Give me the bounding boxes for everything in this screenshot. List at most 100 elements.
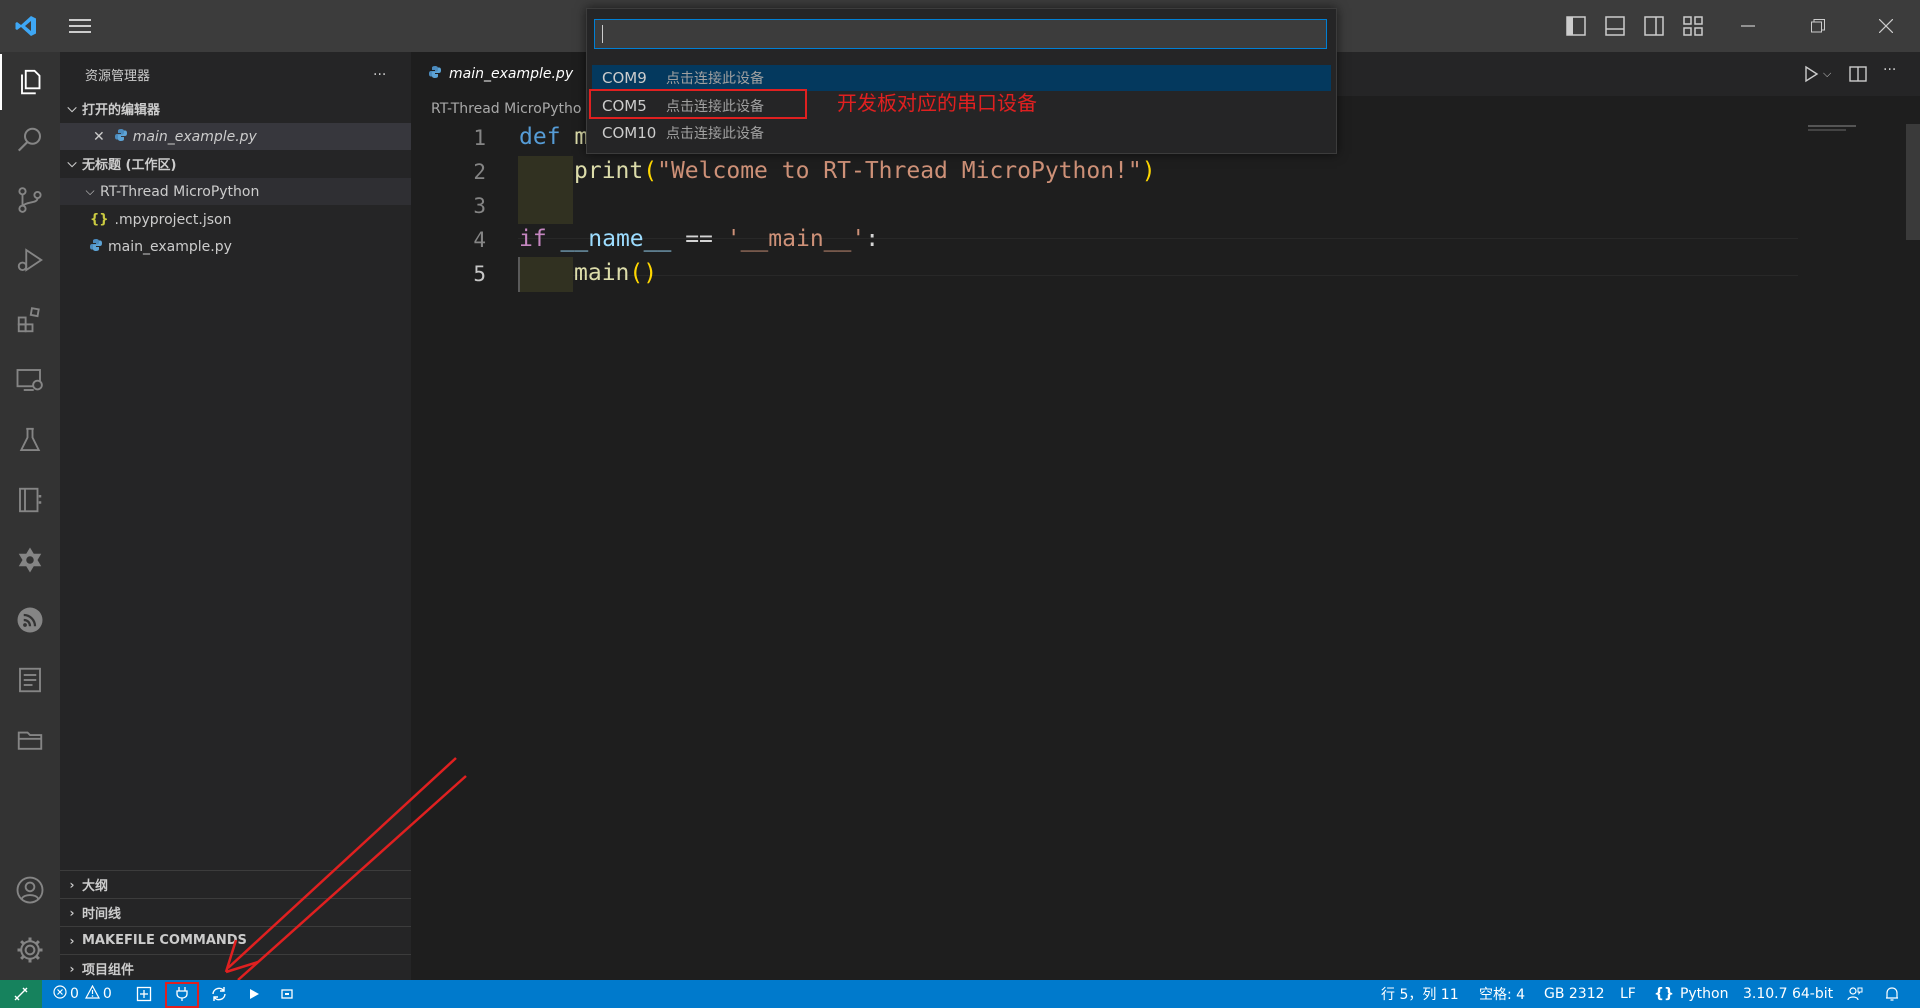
notifications-bell-icon[interactable]	[1884, 980, 1900, 1008]
testing-icon[interactable]	[0, 412, 60, 468]
language-mode[interactable]: {} Python	[1654, 980, 1728, 1008]
code-line-1[interactable]: def m	[519, 124, 588, 150]
function-name: main	[574, 260, 630, 286]
new-project-icon[interactable]	[136, 980, 152, 1008]
indentation[interactable]: 空格: 4	[1479, 980, 1525, 1008]
folder-item[interactable]: ⌵ RT-Thread MicroPython	[60, 178, 411, 205]
vscode-logo-icon	[14, 14, 38, 38]
more-actions-icon[interactable]: ···	[373, 67, 386, 83]
python-file-icon	[90, 238, 102, 255]
notebook-icon[interactable]	[0, 652, 60, 708]
split-editor-icon[interactable]	[1848, 64, 1868, 84]
string-literal: '__main__'	[726, 226, 866, 252]
code-line-4[interactable]: if __name__ == '__main__':	[519, 226, 879, 252]
search-icon[interactable]	[0, 112, 60, 168]
menu-icon[interactable]	[68, 14, 92, 38]
section-label: 大纲	[82, 879, 109, 894]
operator: ==	[685, 226, 727, 252]
run-icon[interactable]	[248, 980, 260, 1008]
device-files-icon[interactable]	[0, 472, 60, 528]
rt-thread-icon[interactable]	[0, 532, 60, 588]
python-interpreter[interactable]: 3.10.7 64-bit	[1743, 980, 1833, 1008]
code-line-5[interactable]: main()	[574, 260, 657, 286]
restore-icon[interactable]	[1806, 14, 1830, 38]
item-label: COM10	[602, 124, 657, 142]
function-name: print	[574, 158, 644, 184]
highlight-box	[589, 89, 807, 119]
stop-icon[interactable]	[281, 980, 293, 1008]
scrollbar[interactable]	[1906, 124, 1920, 240]
chevron-down-icon: ⌵	[85, 184, 95, 198]
open-editor-filename: main_example.py	[132, 128, 257, 145]
quick-pick: COM9 点击连接此设备 COM5 点击连接此设备 COM10 点击连接此设备	[586, 8, 1337, 154]
string-literal: "Welcome to RT-Thread MicroPython!"	[657, 158, 1142, 184]
open-editors-label: 打开的编辑器	[82, 103, 161, 118]
folder-icon[interactable]	[0, 712, 60, 768]
remote-explorer-icon[interactable]	[0, 352, 60, 408]
warning-count: 0	[102, 986, 112, 1002]
variable: __name__	[546, 226, 686, 252]
line-number: 1	[473, 126, 486, 150]
indent-guide	[518, 257, 520, 292]
quick-pick-item[interactable]: COM10 点击连接此设备	[592, 120, 1331, 146]
quick-pick-input[interactable]	[594, 19, 1327, 49]
error-count: 0	[70, 986, 79, 1002]
file-label: main_example.py	[108, 238, 232, 255]
indent-highlight	[518, 257, 573, 292]
feedback-icon[interactable]	[1847, 980, 1863, 1008]
toggle-secondary-sidebar-icon[interactable]	[1642, 14, 1666, 38]
minimap[interactable]	[1808, 125, 1856, 127]
tab-label: main_example.py	[449, 66, 574, 82]
sync-icon[interactable]	[210, 980, 228, 1008]
colon: :	[865, 226, 880, 252]
section-label: 时间线	[82, 907, 122, 922]
tab-main-example[interactable]: main_example.py	[411, 52, 586, 96]
section-label: 项目组件	[82, 963, 135, 978]
minimize-icon[interactable]	[1736, 14, 1760, 38]
run-debug-icon[interactable]	[0, 232, 60, 288]
line-ending[interactable]: LF	[1620, 980, 1636, 1008]
activity-bar	[0, 52, 60, 980]
paren: (	[643, 158, 658, 184]
customize-layout-icon[interactable]	[1681, 14, 1705, 38]
manage-gear-icon[interactable]	[0, 922, 60, 978]
source-control-icon[interactable]	[0, 172, 60, 228]
chevron-right-icon: ›	[69, 961, 75, 976]
close-window-icon[interactable]	[1874, 14, 1898, 38]
open-editors-section[interactable]: ⌵ 打开的编辑器	[60, 95, 411, 122]
breadcrumb-folder[interactable]: RT-Thread MicroPytho	[431, 101, 581, 117]
line-number-current: 5	[473, 262, 486, 286]
explorer-icon[interactable]	[0, 54, 62, 110]
problems-indicator[interactable]: 0 0	[53, 980, 112, 1008]
workspace-section[interactable]: ⌵ 无标题 (工作区)	[60, 150, 411, 177]
chevron-right-icon: ›	[69, 905, 75, 920]
code-line-2[interactable]: print("Welcome to RT-Thread MicroPython!…	[574, 158, 1156, 184]
accounts-icon[interactable]	[0, 862, 60, 918]
language-label: Python	[1679, 986, 1729, 1002]
paren: )	[1141, 158, 1156, 184]
remote-indicator-icon[interactable]	[0, 980, 42, 1008]
editor-more-actions-icon[interactable]: ···	[1883, 62, 1907, 82]
toggle-primary-sidebar-icon[interactable]	[1564, 14, 1588, 38]
extensions-icon[interactable]	[0, 292, 60, 348]
sidebar-header: 资源管理器 ···	[60, 61, 411, 88]
encoding[interactable]: GB 2312	[1544, 980, 1605, 1008]
keyword: def	[519, 124, 561, 150]
run-file-icon[interactable]	[1801, 64, 1821, 84]
python-file-icon	[114, 128, 127, 145]
status-bar: 0 0 行 5，列 11 空格: 4 GB 2312 LF {} Python …	[0, 980, 1920, 1008]
toggle-panel-icon[interactable]	[1603, 14, 1627, 38]
json-file-icon: {}	[90, 212, 109, 227]
run-dropdown-chevron-icon[interactable]: ⌵	[1823, 64, 1837, 84]
file-item[interactable]: main_example.py	[60, 233, 411, 260]
close-icon[interactable]: ✕	[93, 129, 105, 145]
indent-highlight	[518, 156, 573, 224]
open-editor-item[interactable]: ✕ main_example.py	[60, 123, 411, 150]
keyword: if	[519, 226, 547, 252]
paren: ()	[629, 260, 658, 286]
file-item[interactable]: {} .mpyproject.json	[60, 206, 411, 233]
cursor-position[interactable]: 行 5，列 11	[1381, 980, 1459, 1008]
espressif-icon[interactable]	[0, 592, 60, 648]
line-number: 3	[473, 194, 486, 218]
error-icon	[53, 985, 67, 1003]
